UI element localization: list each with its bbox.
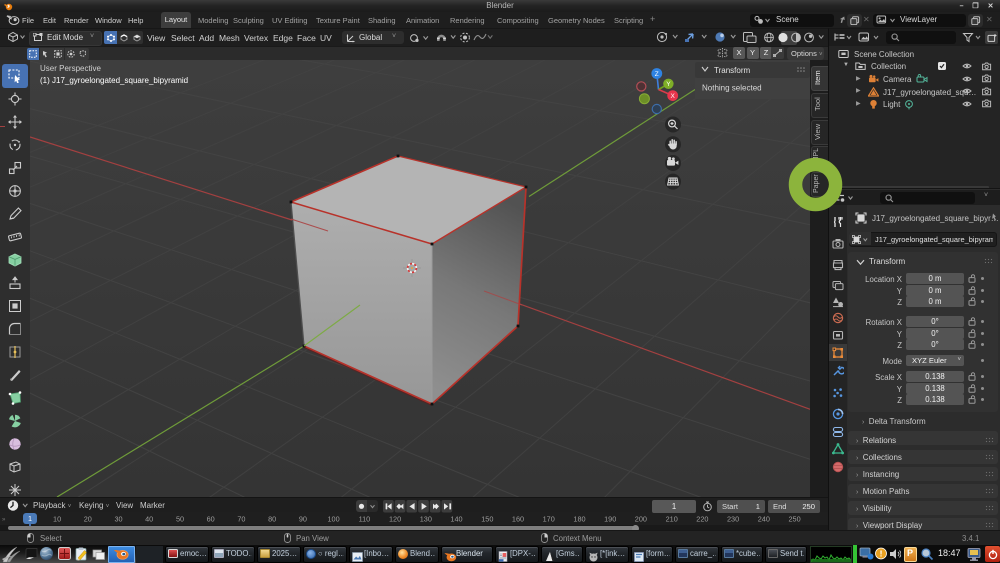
svg-text:160: 160 — [512, 515, 524, 524]
svg-text:Nothing selected: Nothing selected — [702, 84, 762, 93]
svg-text:130: 130 — [420, 515, 432, 524]
svg-text:60: 60 — [207, 515, 215, 524]
svg-text:220: 220 — [696, 515, 708, 524]
svg-text:90: 90 — [299, 515, 307, 524]
svg-text:40: 40 — [145, 515, 153, 524]
svg-text:30: 30 — [114, 515, 122, 524]
svg-text:170: 170 — [543, 515, 555, 524]
svg-text:50: 50 — [176, 515, 184, 524]
svg-text:110: 110 — [359, 515, 371, 524]
svg-text:Y: Y — [666, 81, 671, 88]
svg-text:210: 210 — [666, 515, 678, 524]
svg-text:!: ! — [880, 548, 883, 558]
svg-text:120: 120 — [389, 515, 401, 524]
svg-text:250: 250 — [789, 515, 801, 524]
svg-text:70: 70 — [237, 515, 245, 524]
svg-text:X: X — [671, 93, 676, 100]
svg-text:150: 150 — [481, 515, 493, 524]
svg-text:230: 230 — [727, 515, 739, 524]
svg-text:20: 20 — [84, 515, 92, 524]
svg-text:140: 140 — [450, 515, 462, 524]
svg-text:Z: Z — [655, 71, 659, 78]
svg-text:User Perspective: User Perspective — [40, 64, 101, 73]
svg-text:240: 240 — [758, 515, 770, 524]
svg-text:Transform: Transform — [714, 66, 750, 75]
svg-text:100: 100 — [328, 515, 340, 524]
svg-text:180: 180 — [573, 515, 585, 524]
svg-text:190: 190 — [604, 515, 616, 524]
svg-text:200: 200 — [635, 515, 647, 524]
svg-text:(1) J17_gyroelongated_square_b: (1) J17_gyroelongated_square_bipyramid — [40, 76, 188, 85]
svg-text:10: 10 — [53, 515, 61, 524]
svg-text:80: 80 — [268, 515, 276, 524]
